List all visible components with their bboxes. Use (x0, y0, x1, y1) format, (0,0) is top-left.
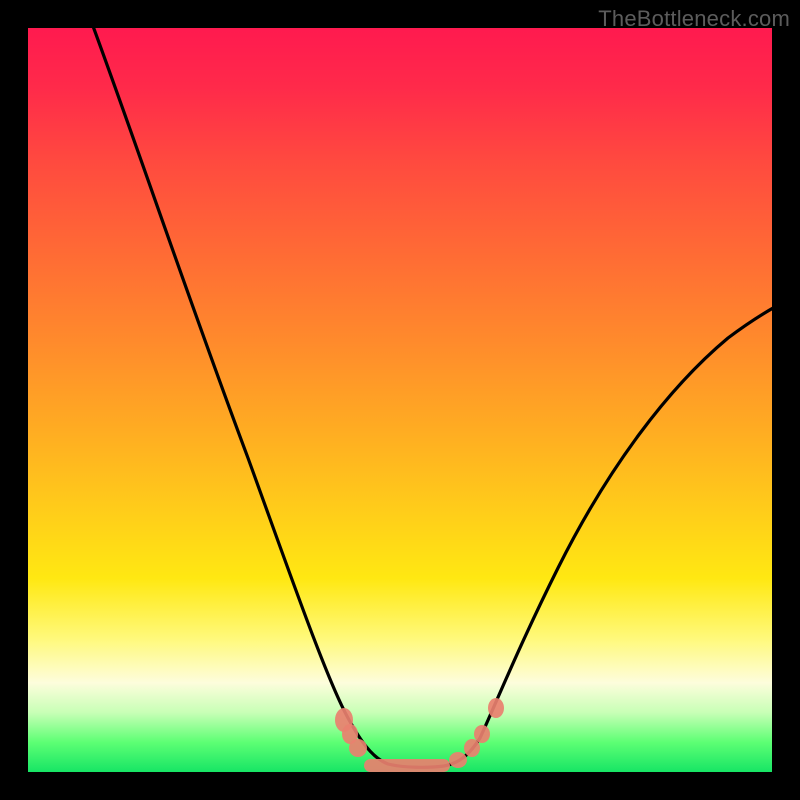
chart-frame: TheBottleneck.com (0, 0, 800, 800)
curve-path (90, 28, 772, 767)
plot-area (28, 28, 772, 772)
bottleneck-curve (28, 28, 772, 772)
watermark-text: TheBottleneck.com (598, 6, 790, 32)
valley-markers (335, 698, 504, 772)
